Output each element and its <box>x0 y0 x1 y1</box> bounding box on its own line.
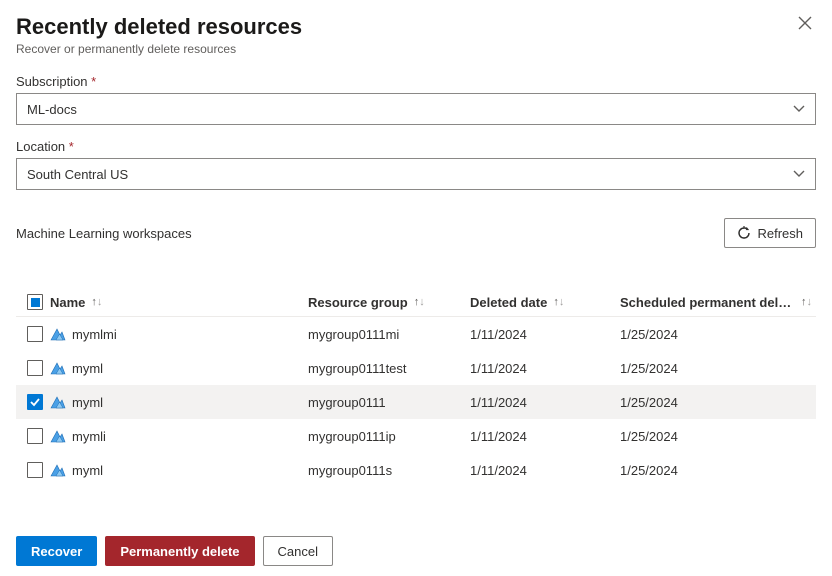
row-name: mymlmi <box>72 327 117 342</box>
chevron-down-icon <box>793 170 805 178</box>
column-header-scheduled-deletion[interactable]: Scheduled permanent deleti… ↑↓ <box>620 295 812 310</box>
column-header-deleted-date[interactable]: Deleted date ↑↓ <box>470 295 620 310</box>
row-checkbox[interactable] <box>27 462 43 478</box>
row-name: mymli <box>72 429 106 444</box>
sort-icon: ↑↓ <box>553 296 564 308</box>
location-label: Location * <box>16 139 816 154</box>
row-checkbox[interactable] <box>27 394 43 410</box>
workspace-icon <box>50 327 66 341</box>
page-title: Recently deleted resources <box>16 14 302 40</box>
sort-icon: ↑↓ <box>91 296 102 308</box>
workspaces-table: Name ↑↓ Resource group ↑↓ Deleted date ↑… <box>16 288 816 487</box>
row-scheduled-deletion: 1/25/2024 <box>620 327 678 342</box>
row-name: myml <box>72 463 103 478</box>
row-resource-group: mygroup0111mi <box>308 327 399 342</box>
location-value: South Central US <box>27 167 128 182</box>
subscription-select[interactable]: ML-docs <box>16 93 816 125</box>
table-row[interactable]: myml mygroup0111 1/11/2024 1/25/2024 <box>16 385 816 419</box>
row-resource-group: mygroup0111test <box>308 361 407 376</box>
row-scheduled-deletion: 1/25/2024 <box>620 429 678 444</box>
table-row[interactable]: myml mygroup0111s 1/11/2024 1/25/2024 <box>16 453 816 487</box>
refresh-label: Refresh <box>757 226 803 241</box>
workspace-icon <box>50 395 66 409</box>
section-label: Machine Learning workspaces <box>16 226 192 241</box>
select-all-checkbox[interactable] <box>27 294 43 310</box>
column-header-name[interactable]: Name ↑↓ <box>50 295 308 310</box>
row-checkbox[interactable] <box>27 428 43 444</box>
subscription-value: ML-docs <box>27 102 77 117</box>
row-name: myml <box>72 395 103 410</box>
row-deleted-date: 1/11/2024 <box>470 463 527 478</box>
location-select[interactable]: South Central US <box>16 158 816 190</box>
row-resource-group: mygroup0111ip <box>308 429 396 444</box>
table-row[interactable]: myml mygroup0111test 1/11/2024 1/25/2024 <box>16 351 816 385</box>
row-resource-group: mygroup0111 <box>308 395 386 410</box>
row-deleted-date: 1/11/2024 <box>470 395 527 410</box>
chevron-down-icon <box>793 105 805 113</box>
row-checkbox[interactable] <box>27 360 43 376</box>
row-deleted-date: 1/11/2024 <box>470 361 527 376</box>
permanently-delete-button[interactable]: Permanently delete <box>105 536 254 566</box>
recover-button[interactable]: Recover <box>16 536 97 566</box>
row-scheduled-deletion: 1/25/2024 <box>620 463 678 478</box>
workspace-icon <box>50 463 66 477</box>
row-deleted-date: 1/11/2024 <box>470 429 527 444</box>
row-checkbox[interactable] <box>27 326 43 342</box>
workspace-icon <box>50 429 66 443</box>
row-scheduled-deletion: 1/25/2024 <box>620 395 678 410</box>
close-icon[interactable] <box>794 14 816 37</box>
refresh-button[interactable]: Refresh <box>724 218 816 248</box>
row-scheduled-deletion: 1/25/2024 <box>620 361 678 376</box>
refresh-icon <box>737 226 751 240</box>
row-resource-group: mygroup0111s <box>308 463 392 478</box>
subscription-label: Subscription * <box>16 74 816 89</box>
column-header-resource-group[interactable]: Resource group ↑↓ <box>308 295 470 310</box>
page-subtitle: Recover or permanently delete resources <box>16 42 302 56</box>
cancel-button[interactable]: Cancel <box>263 536 333 566</box>
table-row[interactable]: mymli mygroup0111ip 1/11/2024 1/25/2024 <box>16 419 816 453</box>
row-deleted-date: 1/11/2024 <box>470 327 527 342</box>
sort-icon: ↑↓ <box>414 296 425 308</box>
workspace-icon <box>50 361 66 375</box>
table-row[interactable]: mymlmi mygroup0111mi 1/11/2024 1/25/2024 <box>16 317 816 351</box>
table-header: Name ↑↓ Resource group ↑↓ Deleted date ↑… <box>16 288 816 317</box>
row-name: myml <box>72 361 103 376</box>
sort-icon: ↑↓ <box>801 296 812 308</box>
